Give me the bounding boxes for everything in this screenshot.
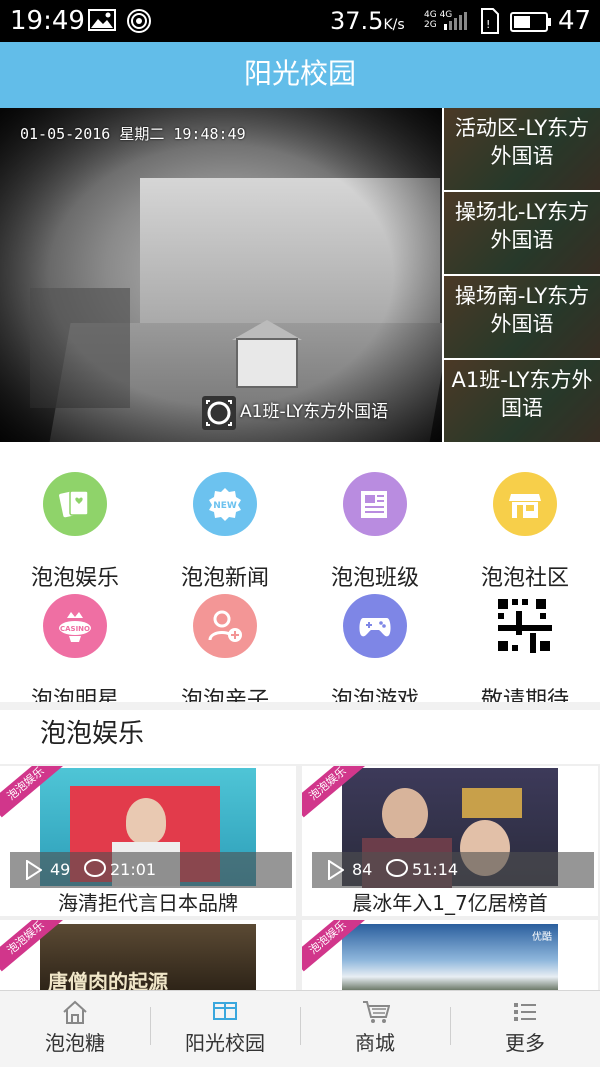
video-info-bar: 84 51:14 <box>312 852 594 888</box>
newspaper-icon <box>343 472 407 536</box>
news-card[interactable]: 泡泡娱乐 84 51:14 晨冰年入1_7亿居榜首 <box>302 766 598 916</box>
grid-item-label: 泡泡新闻 <box>180 566 269 591</box>
video-timestamp: 01-05-2016 星期二 19:48:49 <box>20 125 246 143</box>
camera-item-label: 活动区-LY东方外国语 <box>454 116 590 168</box>
qr-code-icon <box>493 594 557 658</box>
news-title: 晨冰年入1_7亿居榜首 <box>352 891 548 915</box>
thumb-caption: 唐僧肉的起源 <box>48 970 168 990</box>
new-badge-icon: NEW <box>193 472 257 536</box>
news-title: 海清拒代言日本品牌 <box>58 891 238 915</box>
home-icon <box>62 999 88 1029</box>
video-duration: 51:14 <box>412 860 459 879</box>
video-duration: 21:01 <box>110 860 157 879</box>
grid-item-label: 泡泡社区 <box>480 566 569 591</box>
comment-icon <box>84 858 106 884</box>
svg-text:CASINO: CASINO <box>60 625 90 633</box>
video-caption: A1班-LY东方外国语 <box>240 402 389 422</box>
camera-item[interactable]: 活动区-LY东方外国语 <box>444 108 600 190</box>
nav-item-campus[interactable]: 阳光校园 <box>150 991 300 1067</box>
svg-text:NEW: NEW <box>213 501 237 511</box>
status-bar: 19:49 37.5K/s 4G 4G 2G ! 47 <box>0 0 600 42</box>
news-card[interactable]: 泡泡娱乐 49 21:01 海清拒代言日本品牌 <box>0 766 296 916</box>
storefront-icon <box>493 472 557 536</box>
camera-item[interactable]: A1班-LY东方外国语 <box>444 360 600 442</box>
grid-item-entertainment[interactable]: 泡泡娱乐 <box>0 472 150 592</box>
casino-chip-icon: CASINO <box>43 594 107 658</box>
news-thumbnail: 唐僧肉的起源 <box>40 924 256 990</box>
signal-bars-icon <box>444 12 468 34</box>
camera-item-label: 操场南-LY东方外国语 <box>454 284 590 336</box>
camera-item[interactable]: 操场南-LY东方外国语 <box>444 276 600 358</box>
camera-item[interactable]: 操场北-LY东方外国语 <box>444 192 600 274</box>
grid-item-label: 泡泡娱乐 <box>30 566 119 591</box>
status-time: 19:49 <box>10 6 85 36</box>
thumb-watermark: 优酷 <box>532 932 552 943</box>
grid-item-label: 泡泡班级 <box>330 566 419 591</box>
grid-item-label: 泡泡明星 <box>30 688 119 713</box>
hotspot-icon <box>126 8 152 38</box>
parent-child-icon <box>193 594 257 658</box>
svg-text:!: ! <box>486 18 490 31</box>
grid-item-star[interactable]: CASINO 泡泡明星 <box>0 594 150 714</box>
thumb-face <box>126 798 166 844</box>
grid-item-label: 敬请期待 <box>480 688 569 713</box>
sim-card-icon: ! <box>480 8 500 38</box>
gamepad-icon <box>343 594 407 658</box>
grid-item-news[interactable]: NEW 泡泡新闻 <box>150 472 300 592</box>
bottom-nav: 泡泡糖 阳光校园 商城 更多 <box>0 990 600 1067</box>
nav-item-label: 商城 <box>355 1031 395 1055</box>
grid-item-parenting[interactable]: 泡泡亲子 <box>150 594 300 714</box>
news-card-list: 泡泡娱乐 49 21:01 海清拒代言日本品牌 泡泡娱乐 84 51:14 晨冰… <box>0 764 600 990</box>
grid-item-games[interactable]: 泡泡游戏 <box>300 594 450 714</box>
feature-grid: 泡泡娱乐 NEW 泡泡新闻 泡泡班级 泡泡社区 CASINO 泡泡明星 泡泡亲子 <box>0 442 600 713</box>
section-title: 泡泡娱乐 <box>40 719 145 749</box>
comment-icon <box>386 858 408 884</box>
grid-item-label: 泡泡亲子 <box>180 688 269 713</box>
nav-item-label: 泡泡糖 <box>45 1031 105 1055</box>
thumb-face <box>382 788 428 840</box>
play-icon[interactable] <box>26 859 43 884</box>
camera-item-label: 操场北-LY东方外国语 <box>454 200 590 252</box>
camera-item-label: A1班-LY东方外国语 <box>451 368 593 420</box>
video-vignette <box>0 108 442 442</box>
network-speed: 37.5K/s <box>330 7 405 35</box>
camera-video-player[interactable]: 01-05-2016 星期二 19:48:49 A1班-LY东方外国语 <box>0 108 442 442</box>
image-icon <box>88 8 116 36</box>
page-title: 阳光校园 <box>243 57 356 90</box>
view-count: 84 <box>352 860 373 879</box>
title-bar: 阳光校园 <box>0 42 600 108</box>
nav-item-mall[interactable]: 商城 <box>300 991 450 1067</box>
thumb-headdress <box>462 788 522 818</box>
news-card[interactable]: 优酷 泡泡娱乐 <box>302 920 598 990</box>
news-card[interactable]: 唐僧肉的起源 泡泡娱乐 <box>0 920 296 990</box>
grid-item-class[interactable]: 泡泡班级 <box>300 472 450 592</box>
battery-level: 47 <box>558 6 592 36</box>
camera-list: 活动区-LY东方外国语 操场北-LY东方外国语 操场南-LY东方外国语 A1班-… <box>444 108 600 442</box>
grid-item-label: 泡泡游戏 <box>330 688 419 713</box>
campus-icon <box>212 999 238 1029</box>
play-icon[interactable] <box>328 859 345 884</box>
nav-item-home[interactable]: 泡泡糖 <box>0 991 150 1067</box>
camera-switch-icon[interactable] <box>202 396 236 430</box>
nav-item-more[interactable]: 更多 <box>450 991 600 1067</box>
video-info-bar: 49 21:01 <box>10 852 292 888</box>
view-count: 49 <box>50 860 71 879</box>
grid-item-community[interactable]: 泡泡社区 <box>450 472 600 592</box>
more-list-icon <box>512 999 538 1029</box>
nav-item-label: 阳光校园 <box>185 1031 265 1055</box>
cards-icon <box>43 472 107 536</box>
battery-icon <box>510 12 552 36</box>
cart-icon <box>362 999 391 1029</box>
section-divider <box>0 702 600 710</box>
nav-item-label: 更多 <box>505 1031 545 1055</box>
news-thumbnail: 优酷 <box>342 924 558 990</box>
grid-item-coming-soon[interactable]: 敬请期待 <box>450 594 600 714</box>
